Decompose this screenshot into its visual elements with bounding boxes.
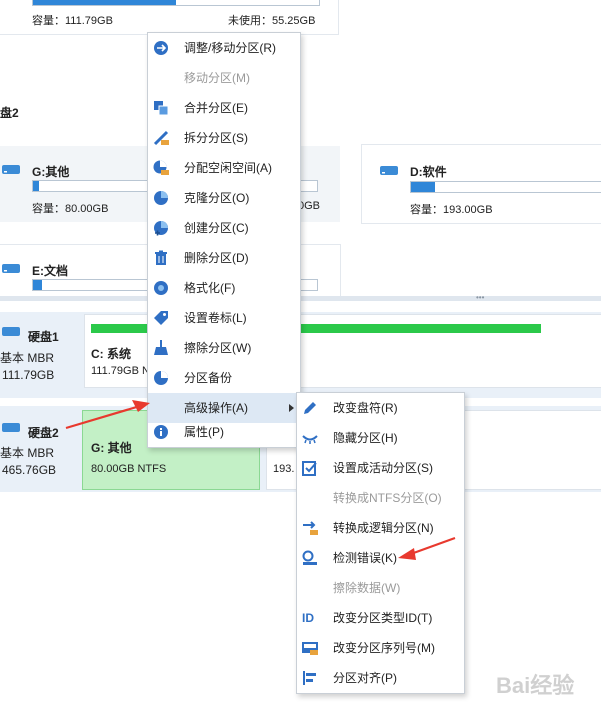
drive-icon — [2, 264, 20, 273]
disk-name: 硬盘1 — [28, 330, 59, 344]
create-icon — [154, 221, 168, 236]
partition-name: D:软件 — [410, 165, 447, 179]
menu-item-move[interactable]: 移动分区(M) — [148, 63, 300, 93]
capacity-label: 容量：111.79GB — [32, 15, 113, 27]
tag-icon — [154, 311, 168, 325]
usage-bar — [410, 181, 601, 193]
drive-icon — [2, 165, 20, 174]
trash-icon — [155, 250, 167, 265]
serial-icon — [302, 642, 318, 655]
splitter-grip[interactable]: ••• — [476, 293, 484, 302]
backup-icon — [154, 371, 168, 385]
pencil-icon — [304, 402, 316, 414]
capacity-tail: 0GB — [298, 200, 321, 212]
check-icon — [302, 550, 317, 565]
partition-name: G:其他 — [32, 165, 70, 179]
submenu-item-set-active[interactable]: 设置成活动分区(S) — [297, 453, 464, 483]
menu-item-properties[interactable]: 属性(P) — [148, 417, 300, 447]
menu-item-clone[interactable]: 克隆分区(O) — [148, 183, 300, 213]
disk-type: 基本 MBR — [0, 351, 55, 365]
merge-icon — [154, 101, 169, 116]
disk-icon — [2, 423, 20, 432]
convert-icon — [303, 521, 318, 535]
resize-icon — [154, 41, 168, 55]
wipe-icon — [154, 340, 168, 355]
disk-size: 465.76GB — [2, 463, 57, 477]
clone-icon — [154, 191, 168, 205]
menu-item-label[interactable]: 设置卷标(L) — [148, 303, 300, 333]
menu-item-format[interactable]: 格式化(F) — [148, 273, 300, 303]
partition-size: 80.00GB NTFS — [91, 463, 167, 475]
active-icon — [302, 461, 317, 476]
partition-card-d[interactable]: D:软件 容量：193.00GB — [361, 144, 601, 224]
unused-label: 未使用：55.25GB — [228, 15, 316, 27]
submenu-item-check-errors[interactable]: 检测错误(K) — [297, 543, 464, 573]
menu-item-merge[interactable]: 合并分区(E) — [148, 93, 300, 123]
capacity-label: 容量：80.00GB — [32, 203, 109, 215]
menu-item-split[interactable]: 拆分分区(S) — [148, 123, 300, 153]
advanced-submenu[interactable]: 改变盘符(R) 隐藏分区(H) 设置成活动分区(S) 转换成NTFS分区(O) … — [296, 392, 465, 694]
drive-icon — [380, 166, 398, 175]
allocate-icon — [153, 160, 169, 175]
split-icon — [153, 130, 169, 146]
format-icon — [154, 281, 168, 295]
watermark-logo: Bai经验 — [496, 673, 575, 698]
section-title: 盘2 — [0, 106, 19, 120]
disk-type: 基本 MBR — [0, 446, 55, 460]
partition-name: E:文档 — [32, 264, 69, 278]
top-partition-card[interactable]: 容量：111.79GB 未使用：55.25GB — [0, 0, 339, 35]
disk-size: 111.79GB — [2, 368, 55, 382]
menu-item-create[interactable]: 创建分区(C) — [148, 213, 300, 243]
disk-name: 硬盘2 — [28, 426, 59, 440]
usage-bar — [32, 0, 320, 6]
submenu-item-wipe-data[interactable]: 擦除数据(W) — [297, 573, 464, 603]
submenu-item-change-type-id[interactable]: ID 改变分区类型ID(T) — [297, 603, 464, 633]
submenu-item-convert-ntfs[interactable]: 转换成NTFS分区(O) — [297, 483, 464, 513]
partition-label: G: 其他 — [91, 441, 132, 455]
disk-icon — [2, 327, 20, 336]
partition-label: C: 系统 — [91, 347, 131, 361]
id-icon: ID — [302, 611, 314, 625]
submenu-item-hide[interactable]: 隐藏分区(H) — [297, 423, 464, 453]
align-icon — [303, 671, 316, 685]
info-icon — [154, 425, 168, 439]
submenu-item-convert-logical[interactable]: 转换成逻辑分区(N) — [297, 513, 464, 543]
menu-item-delete[interactable]: 删除分区(D) — [148, 243, 300, 273]
submenu-item-align[interactable]: 分区对齐(P) — [297, 663, 464, 693]
submenu-item-change-serial[interactable]: 改变分区序列号(M) — [297, 633, 464, 663]
menu-item-resize-move[interactable]: 调整/移动分区(R) — [148, 33, 300, 63]
context-menu[interactable]: 调整/移动分区(R) 移动分区(M) 合并分区(E) 拆分分区(S) 分配空闲空… — [147, 32, 301, 448]
menu-item-wipe[interactable]: 擦除分区(W) — [148, 333, 300, 363]
hide-icon — [302, 435, 318, 444]
capacity-label: 容量：193.00GB — [410, 204, 493, 216]
menu-item-allocate[interactable]: 分配空闲空间(A) — [148, 153, 300, 183]
partition-size: 193. — [273, 463, 295, 475]
submenu-arrow-icon — [289, 404, 294, 412]
submenu-item-change-letter[interactable]: 改变盘符(R) — [297, 393, 464, 423]
menu-item-backup[interactable]: 分区备份 — [148, 363, 300, 393]
